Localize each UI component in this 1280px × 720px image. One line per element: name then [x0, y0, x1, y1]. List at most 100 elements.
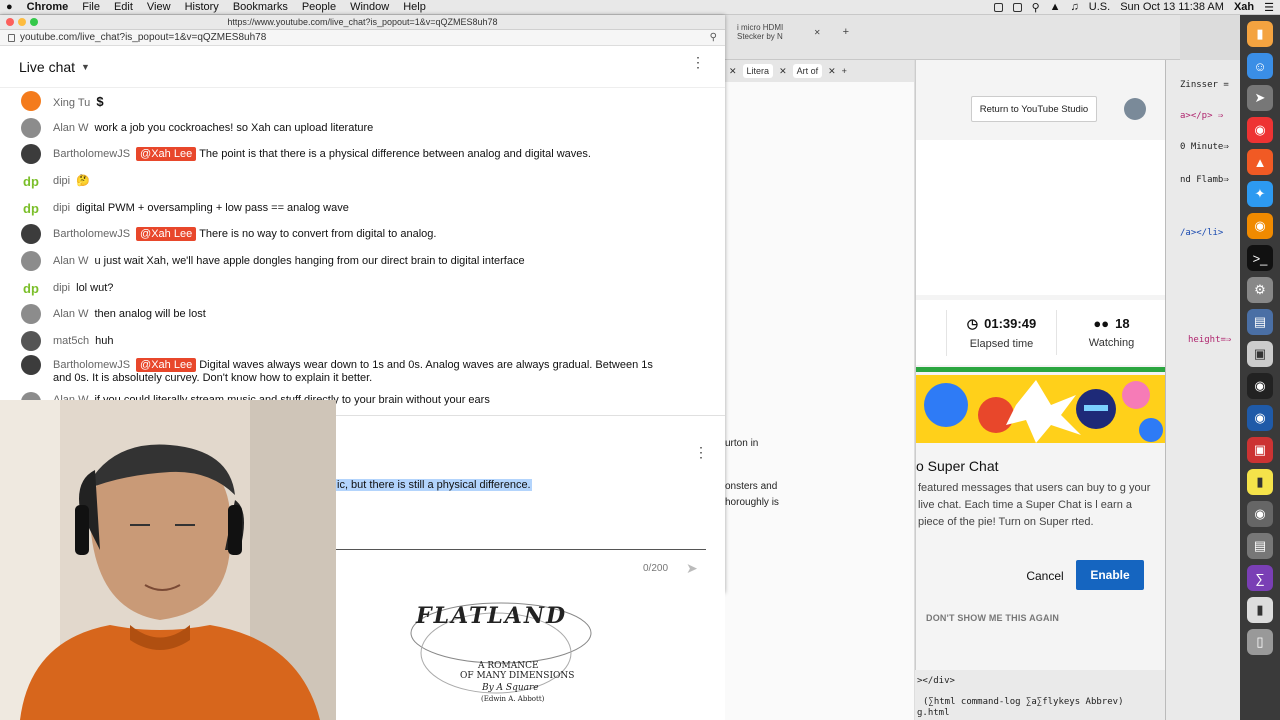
watching-value: 18 [1115, 316, 1130, 331]
code-line: nd Flamb⇒ [1180, 175, 1229, 185]
code-line: g.html [917, 708, 950, 718]
avatar[interactable] [21, 224, 41, 244]
dont-show-again-button[interactable]: DON'T SHOW ME THIS AGAIN [926, 613, 1059, 623]
calendar-icon[interactable]: ▣ [1247, 341, 1273, 367]
wifi-icon[interactable]: ▲ [1050, 1, 1061, 13]
close-icon[interactable]: ✕ [828, 66, 836, 77]
menu-history[interactable]: History [185, 1, 219, 13]
minimize-window-button[interactable] [18, 18, 26, 26]
launchpad-icon[interactable]: ➤ [1247, 85, 1273, 111]
author-name[interactable]: Alan W [53, 122, 88, 134]
illustration-graphic [916, 375, 1165, 443]
author-name[interactable]: mat5ch [53, 335, 89, 347]
chevron-down-icon[interactable]: ▼ [81, 62, 90, 72]
clock[interactable]: Sun Oct 13 11:38 AM [1120, 1, 1224, 13]
menu-people[interactable]: People [302, 1, 336, 13]
author-name[interactable]: Xing Tu [53, 97, 90, 109]
status-icon[interactable] [993, 2, 1003, 12]
document-icon[interactable]: ▮ [1247, 597, 1273, 623]
chat-title[interactable]: Live chat [19, 59, 75, 75]
new-tab-icon[interactable]: + [843, 26, 849, 38]
close-window-button[interactable] [6, 18, 14, 26]
finder-icon[interactable]: ☺ [1247, 53, 1273, 79]
avatar[interactable] [1124, 98, 1146, 120]
menu-window[interactable]: Window [350, 1, 389, 13]
input-source[interactable]: U.S. [1089, 1, 1110, 13]
avatar[interactable] [21, 251, 41, 271]
author-name[interactable]: dipi [53, 175, 70, 187]
author-name[interactable]: BartholomewJS [53, 148, 130, 160]
enable-button[interactable]: Enable [1076, 560, 1144, 590]
book-subtitle: OF MANY DIMENSIONS [460, 671, 575, 681]
browser-tab[interactable]: i micro HDMI Stecker by N ✕ + [737, 23, 849, 41]
super-chat-title: o Super Chat [916, 458, 999, 474]
menu-help[interactable]: Help [403, 1, 426, 13]
terminal-icon[interactable]: >_ [1247, 245, 1273, 271]
author-name[interactable]: dipi [53, 202, 70, 214]
chrome-icon[interactable]: ◉ [1247, 117, 1273, 143]
firefox-icon[interactable]: ◉ [1247, 213, 1273, 239]
obs-icon[interactable]: ◉ [1247, 373, 1273, 399]
avatar[interactable] [21, 355, 41, 375]
avatar[interactable]: dp [21, 198, 41, 218]
author-name[interactable]: dipi [53, 282, 70, 294]
return-to-studio-button[interactable]: Return to YouTube Studio [971, 96, 1097, 122]
zoom-icon[interactable]: ⚲ [710, 32, 717, 43]
cancel-button[interactable]: Cancel [1016, 562, 1074, 590]
avatar[interactable] [21, 118, 41, 138]
menu-file[interactable]: File [82, 1, 100, 13]
mention-chip[interactable]: @Xah Lee [136, 358, 197, 372]
tab-literature[interactable]: Litera [742, 64, 774, 78]
super-chat-illustration [916, 375, 1165, 443]
more-options-icon[interactable]: ⋮ [691, 55, 705, 69]
close-icon[interactable]: ✕ [729, 66, 737, 77]
avatar[interactable] [21, 144, 41, 164]
maximize-window-button[interactable] [30, 18, 38, 26]
author-name[interactable]: Alan W [53, 255, 88, 267]
mention-chip[interactable]: @Xah Lee [136, 147, 197, 161]
more-options-icon[interactable]: ⋮ [694, 445, 708, 459]
volume-icon[interactable]: ♫ [1071, 1, 1079, 13]
search-icon[interactable]: ⚲ [1032, 1, 1040, 14]
menu-chrome[interactable]: Chrome [27, 1, 69, 13]
page-text: urton in [725, 438, 759, 449]
apple-icon[interactable]: ● [6, 1, 13, 13]
brave-icon[interactable]: ▲ [1247, 149, 1273, 175]
menu-edit[interactable]: Edit [114, 1, 133, 13]
activity-monitor-icon[interactable]: ▤ [1247, 309, 1273, 335]
trash-icon[interactable]: ▯ [1247, 629, 1273, 655]
close-icon[interactable]: ✕ [779, 66, 787, 77]
author-name[interactable]: BartholomewJS [53, 228, 130, 240]
avatar[interactable]: dp [21, 278, 41, 298]
system-preferences-icon[interactable]: ⚙ [1247, 277, 1273, 303]
avatar[interactable] [21, 91, 41, 111]
author-name[interactable]: BartholomewJS [53, 359, 130, 371]
emacs-icon[interactable]: ∑ [1247, 565, 1273, 591]
code-line: 0 Minute⇒ [1180, 142, 1229, 152]
status-icon[interactable] [1012, 2, 1022, 12]
send-icon[interactable]: ➤ [686, 560, 704, 576]
app-icon[interactable]: ◉ [1247, 405, 1273, 431]
user-name[interactable]: Xah [1234, 1, 1254, 13]
list-icon[interactable]: ☰ [1264, 1, 1274, 14]
author-name[interactable]: Alan W [53, 308, 88, 320]
app-icon[interactable]: ▤ [1247, 533, 1273, 559]
elapsed-value: 01:39:49 [984, 316, 1037, 331]
photo-booth-icon[interactable]: ▣ [1247, 437, 1273, 463]
avatar[interactable]: dp [21, 171, 41, 191]
close-icon[interactable]: ✕ [814, 28, 821, 37]
mention-chip[interactable]: @Xah Lee [136, 227, 197, 241]
tab-art[interactable]: Art of [792, 64, 823, 78]
chat-input-field[interactable] [336, 549, 706, 550]
avatar[interactable] [21, 331, 41, 351]
new-tab-icon[interactable]: + [842, 66, 847, 76]
folder-icon[interactable]: ▮ [1247, 21, 1273, 47]
avatar[interactable] [21, 304, 41, 324]
menu-bookmarks[interactable]: Bookmarks [233, 1, 288, 13]
address-bar[interactable]: youtube.com/live_chat?is_popout=1&v=qQZM… [0, 30, 725, 46]
stickies-icon[interactable]: ▮ [1247, 469, 1273, 495]
safari-icon[interactable]: ✦ [1247, 181, 1273, 207]
menu-view[interactable]: View [147, 1, 171, 13]
app-icon[interactable]: ◉ [1247, 501, 1273, 527]
editor-bottom-strip: ></div> (∑html command-log ∑a∑flykeys Ab… [915, 670, 1165, 720]
